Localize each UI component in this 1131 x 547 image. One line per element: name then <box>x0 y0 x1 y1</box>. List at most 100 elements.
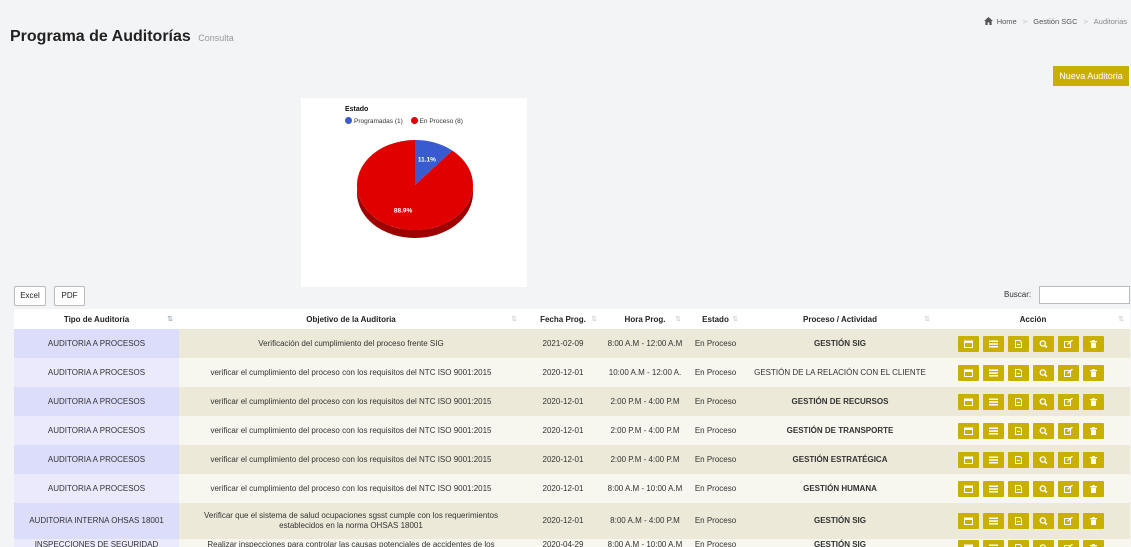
cell-fecha: 2020-12-01 <box>523 445 603 474</box>
edit-icon <box>1064 368 1073 377</box>
table-row[interactable]: AUDITORIA INTERNA OHSAS 18001 Verificar … <box>14 503 1130 539</box>
new-audit-button[interactable]: Nueva Auditoria <box>1053 66 1129 86</box>
document-button[interactable] <box>1008 364 1029 381</box>
document-button[interactable] <box>1008 451 1029 468</box>
cell-tipo: AUDITORIA A PROCESOS <box>14 387 179 416</box>
table-row[interactable]: AUDITORIA A PROCESOS Verificación del cu… <box>14 329 1130 358</box>
edit-icon <box>1064 397 1073 406</box>
list-button[interactable] <box>983 335 1004 352</box>
page-subtitle: Consulta <box>198 33 234 43</box>
delete-button[interactable] <box>1083 513 1104 529</box>
search-button[interactable] <box>1033 364 1054 381</box>
pie-percent-label: 88.9% <box>394 207 413 214</box>
table-row[interactable]: AUDITORIA A PROCESOS verificar el cumpli… <box>14 445 1130 474</box>
breadcrumb-section[interactable]: Gestión SGC <box>1033 17 1077 26</box>
search-button[interactable] <box>1033 422 1054 439</box>
calendar-button[interactable] <box>958 364 979 381</box>
edit-button[interactable] <box>1058 513 1079 529</box>
column-header-tipo[interactable]: Tipo de Auditoría ⇅ <box>14 309 179 329</box>
excel-button[interactable]: Excel <box>14 286 46 306</box>
delete-button[interactable] <box>1083 451 1104 468</box>
delete-button[interactable] <box>1083 335 1104 352</box>
column-header-objetivo[interactable]: Objetivo de la Auditoria ⇅ <box>179 309 523 329</box>
document-icon <box>1015 484 1022 493</box>
list-button[interactable] <box>983 451 1004 468</box>
delete-button[interactable] <box>1083 480 1104 497</box>
document-button[interactable] <box>1008 540 1029 547</box>
search-button[interactable] <box>1033 335 1054 352</box>
cell-fecha: 2020-04-29 <box>523 539 603 547</box>
document-button[interactable] <box>1008 480 1029 497</box>
table-row[interactable]: AUDITORIA A PROCESOS verificar el cumpli… <box>14 358 1130 387</box>
search-button[interactable] <box>1033 540 1054 547</box>
document-button[interactable] <box>1008 422 1029 439</box>
cell-hora: 10:00 A.M - 12:00 A. <box>603 358 687 387</box>
delete-button[interactable] <box>1083 422 1104 439</box>
cell-proceso: GESTIÓN SIG <box>744 503 936 539</box>
calendar-button[interactable] <box>958 451 979 468</box>
edit-button[interactable] <box>1058 422 1079 439</box>
table-row[interactable]: AUDITORIA A PROCESOS verificar el cumpli… <box>14 416 1130 445</box>
pie-slice-en-proceso[interactable] <box>357 140 473 230</box>
cell-tipo: AUDITORIA A PROCESOS <box>14 358 179 387</box>
column-header-estado[interactable]: Estado ⇅ <box>687 309 744 329</box>
calendar-button[interactable] <box>958 540 979 547</box>
column-header-hora[interactable]: Hora Prog. ⇅ <box>603 309 687 329</box>
legend-item-programadas[interactable]: Programadas (1) <box>345 117 403 125</box>
calendar-button[interactable] <box>958 393 979 410</box>
document-button[interactable] <box>1008 513 1029 529</box>
delete-button[interactable] <box>1083 540 1104 547</box>
edit-button[interactable] <box>1058 480 1079 497</box>
edit-button[interactable] <box>1058 451 1079 468</box>
cell-fecha: 2020-12-01 <box>523 416 603 445</box>
edit-button[interactable] <box>1058 364 1079 381</box>
table-row[interactable]: INSPECCIONES DE SEGURIDAD Realizar inspe… <box>14 539 1130 547</box>
calendar-button[interactable] <box>958 422 979 439</box>
edit-button[interactable] <box>1058 540 1079 547</box>
column-header-fecha[interactable]: Fecha Prog. ⇅ <box>523 309 603 329</box>
legend-item-en-proceso[interactable]: En Proceso (8) <box>410 117 463 125</box>
delete-button[interactable] <box>1083 393 1104 410</box>
calendar-button[interactable] <box>958 335 979 352</box>
document-button[interactable] <box>1008 335 1029 352</box>
search-button[interactable] <box>1033 451 1054 468</box>
table-row[interactable]: AUDITORIA A PROCESOS verificar el cumpli… <box>14 387 1130 416</box>
column-header-label: Estado <box>702 314 729 324</box>
pie-plot: 11.1% 88.9% <box>357 140 473 238</box>
cell-estado: En Proceso <box>687 445 744 474</box>
list-button[interactable] <box>983 393 1004 410</box>
search-input[interactable] <box>1039 286 1130 304</box>
cell-fecha: 2020-12-01 <box>523 387 603 416</box>
list-button[interactable] <box>983 480 1004 497</box>
calendar-button[interactable] <box>958 480 979 497</box>
cell-objetivo: Verificar que el sistema de salud ocupac… <box>179 503 523 539</box>
search-button[interactable] <box>1033 513 1054 529</box>
edit-button[interactable] <box>1058 393 1079 410</box>
search-button[interactable] <box>1033 480 1054 497</box>
list-button[interactable] <box>983 422 1004 439</box>
cell-tipo: AUDITORIA A PROCESOS <box>14 329 179 358</box>
trash-icon <box>1090 397 1097 406</box>
cell-hora: 8:00 A.M - 4:00 P.M <box>603 503 687 539</box>
calendar-button[interactable] <box>958 513 979 529</box>
breadcrumb-home[interactable]: Home <box>997 17 1017 26</box>
edit-icon <box>1064 484 1073 493</box>
pdf-button[interactable]: PDF <box>54 286 85 306</box>
cell-objetivo: Verificación del cumplimiento del proces… <box>179 329 523 358</box>
table-row[interactable]: AUDITORIA A PROCESOS verificar el cumpli… <box>14 474 1130 503</box>
cell-fecha: 2020-12-01 <box>523 503 603 539</box>
document-button[interactable] <box>1008 393 1029 410</box>
breadcrumb-separator: > <box>1083 17 1088 26</box>
cell-proceso: GESTIÓN ESTRATÉGICA <box>744 445 936 474</box>
edit-button[interactable] <box>1058 335 1079 352</box>
column-header-accion[interactable]: Acción ⇅ <box>936 309 1130 329</box>
edit-icon <box>1064 339 1073 348</box>
list-button[interactable] <box>983 364 1004 381</box>
column-header-proceso[interactable]: Proceso / Actividad ⇅ <box>744 309 936 329</box>
list-button[interactable] <box>983 513 1004 529</box>
page-header: Programa de Auditorías Consulta Home > G… <box>0 0 1131 62</box>
list-button[interactable] <box>983 540 1004 547</box>
search-button[interactable] <box>1033 393 1054 410</box>
delete-button[interactable] <box>1083 364 1104 381</box>
column-header-label: Objetivo de la Auditoria <box>306 314 396 324</box>
